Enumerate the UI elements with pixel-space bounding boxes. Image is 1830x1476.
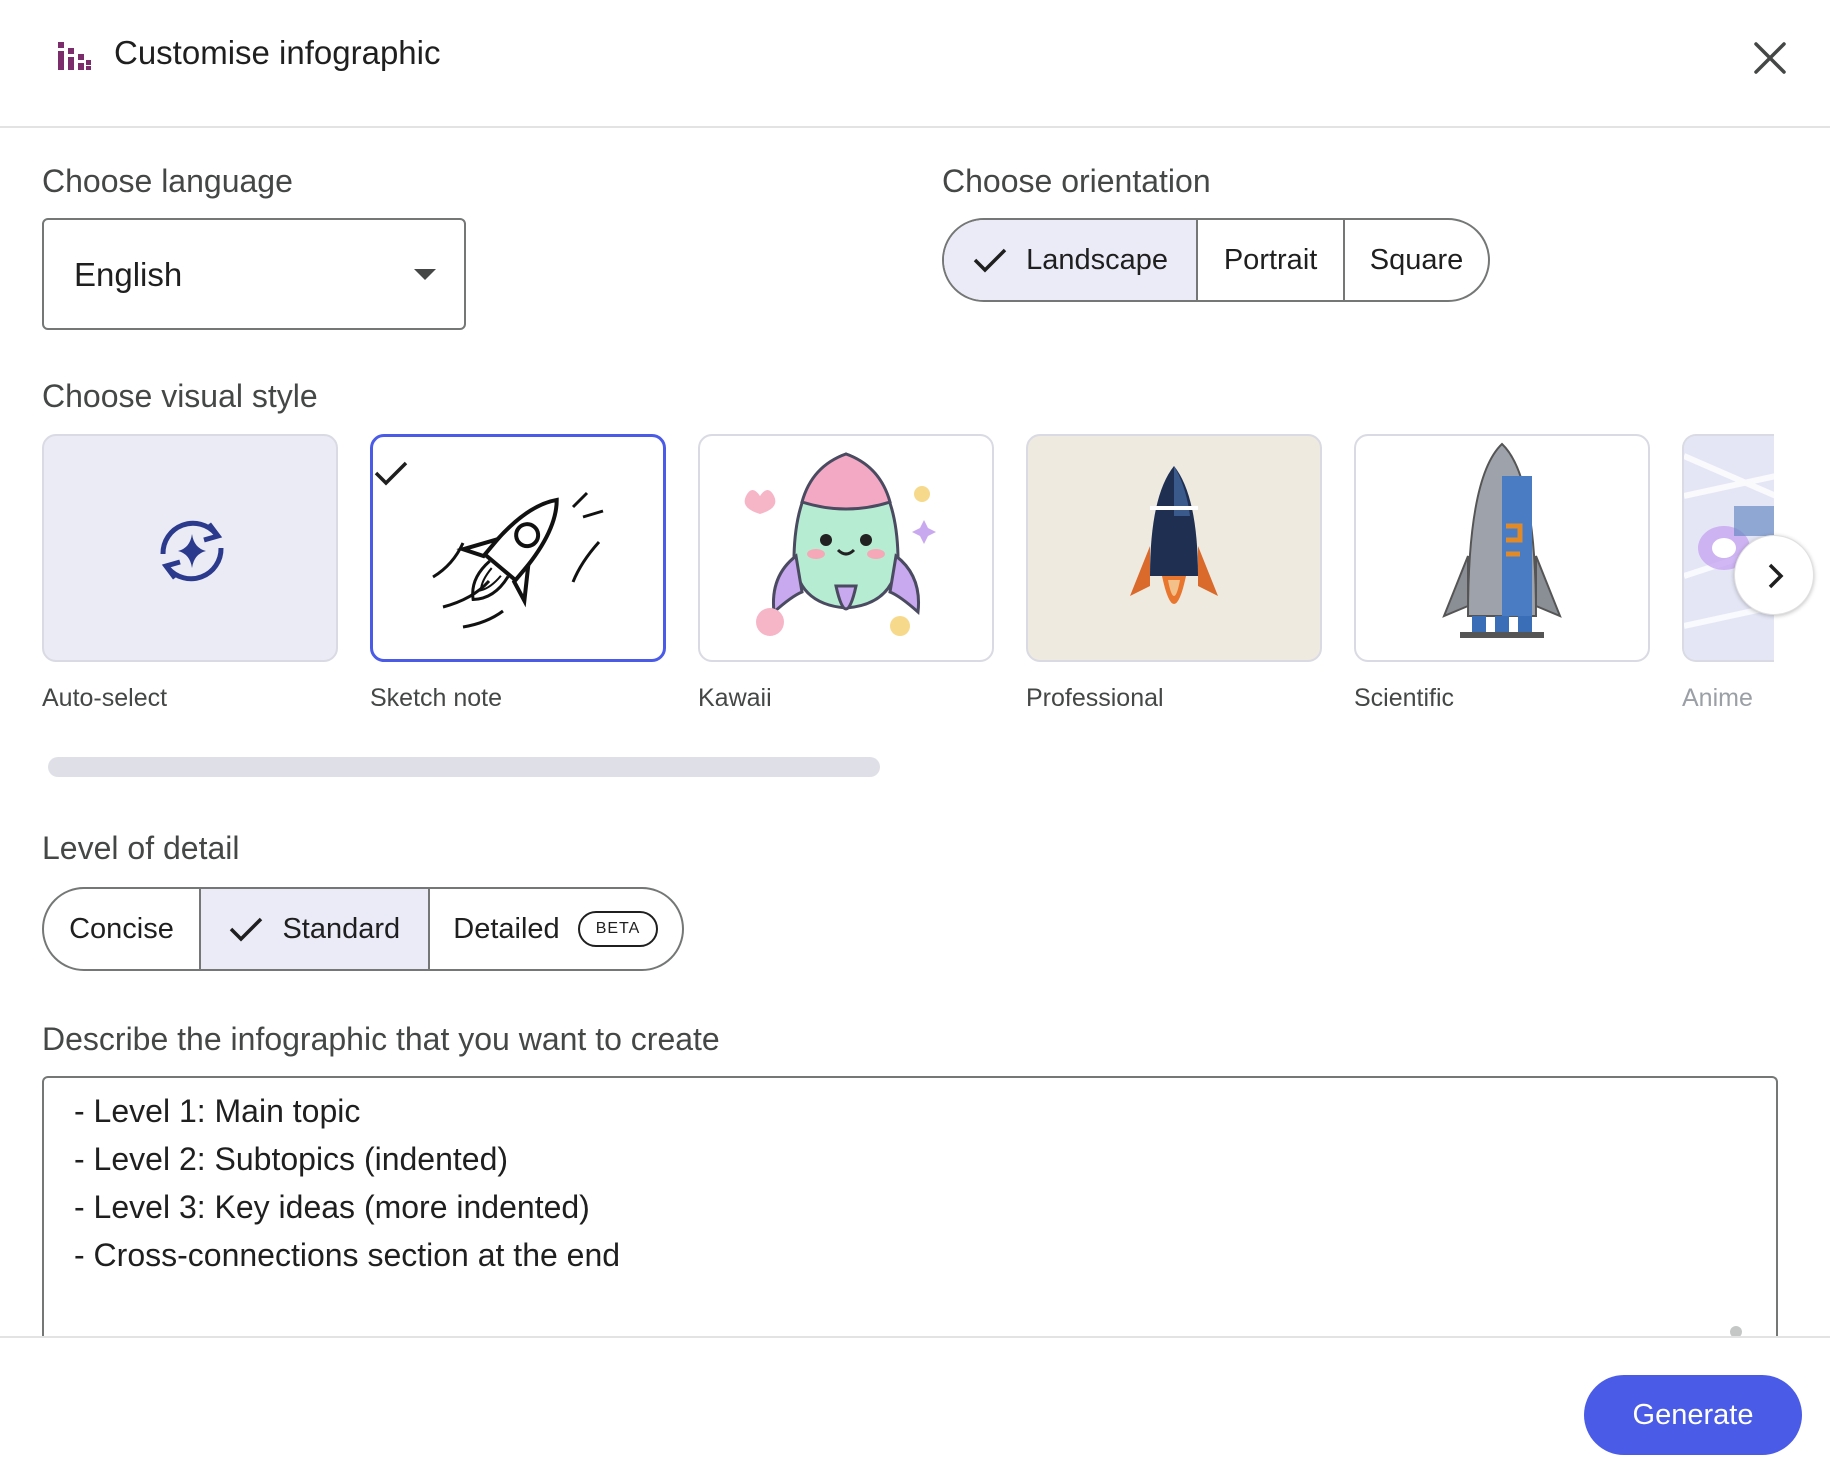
textarea-scrollbar[interactable] — [1730, 1326, 1742, 1336]
style-card-kawaii[interactable] — [698, 434, 994, 662]
orientation-option-square[interactable]: Square — [1345, 220, 1488, 300]
orientation-option-label: Landscape — [1026, 243, 1169, 276]
detail-option-label: Standard — [282, 912, 401, 945]
orientation-option-label: Square — [1369, 243, 1464, 276]
orientation-option-landscape[interactable]: Landscape — [944, 220, 1199, 300]
orientation-label: Choose orientation — [942, 163, 1211, 199]
language-label: Choose language — [42, 163, 293, 199]
description-line: - Cross-connections section at the end — [74, 1237, 621, 1273]
detail-label: Level of detail — [42, 830, 240, 866]
visual-style-label: Choose visual style — [42, 378, 318, 414]
description-line: - Level 2: Subtopics (indented) — [74, 1141, 509, 1177]
generate-button[interactable]: Generate — [1584, 1375, 1802, 1455]
selected-check-icon — [374, 461, 408, 486]
description-line: - Level 3: Key ideas (more indented) — [74, 1189, 590, 1225]
dialog-footer: Generate — [0, 1336, 1830, 1476]
description-textarea[interactable]: - Level 1: Main topic - Level 2: Subtopi… — [42, 1076, 1778, 1336]
detail-segmented-control: Concise Standard Detailed BETA — [42, 887, 684, 971]
style-card-label: Kawaii — [698, 684, 772, 712]
style-card-label: Sketch note — [370, 684, 503, 712]
detail-option-concise[interactable]: Concise — [44, 889, 202, 969]
language-select[interactable]: English — [42, 218, 466, 330]
orientation-segmented-control: Landscape Portrait Square — [942, 218, 1490, 302]
dialog-header: Customise infographic — [0, 0, 1830, 128]
style-card-label: Professional — [1026, 684, 1164, 712]
infographic-bars-icon — [58, 42, 91, 70]
style-card-scientific[interactable] — [1354, 434, 1650, 662]
rocket-scientific-icon — [1442, 442, 1562, 638]
detail-option-label: Detailed — [453, 912, 560, 945]
detail-option-label: Concise — [69, 912, 174, 945]
carousel-next-button[interactable] — [1734, 535, 1814, 615]
carousel-scrollbar[interactable] — [48, 757, 880, 777]
chevron-right-icon — [1768, 563, 1784, 589]
style-card-label: Scientific — [1354, 684, 1455, 712]
style-card-professional[interactable] — [1026, 434, 1322, 662]
check-icon — [230, 917, 263, 942]
close-icon[interactable] — [1748, 36, 1792, 80]
dialog-title: Customise infographic — [114, 34, 441, 71]
description-line: - Level 1: Main topic — [74, 1093, 361, 1129]
orientation-option-portrait[interactable]: Portrait — [1198, 220, 1346, 300]
style-card-label: Anime — [1682, 684, 1753, 712]
language-selected-value: English — [74, 256, 183, 293]
dropdown-arrow-icon — [414, 269, 436, 280]
orientation-option-label: Portrait — [1223, 243, 1318, 276]
detail-option-detailed[interactable]: Detailed BETA — [430, 889, 682, 969]
rocket-sketch-icon — [432, 491, 604, 629]
check-icon — [973, 248, 1007, 273]
style-card-sketch-note[interactable] — [370, 434, 666, 662]
description-label: Describe the infographic that you want t… — [42, 1021, 720, 1057]
rocket-kawaii-icon — [744, 452, 936, 636]
beta-badge: BETA — [577, 911, 659, 947]
style-card-label: Auto-select — [42, 684, 168, 712]
detail-option-standard[interactable]: Standard — [201, 889, 430, 969]
auto-sparkle-refresh-icon — [160, 520, 224, 582]
style-card-auto-select[interactable] — [42, 434, 338, 662]
rocket-professional-icon — [1130, 466, 1218, 604]
